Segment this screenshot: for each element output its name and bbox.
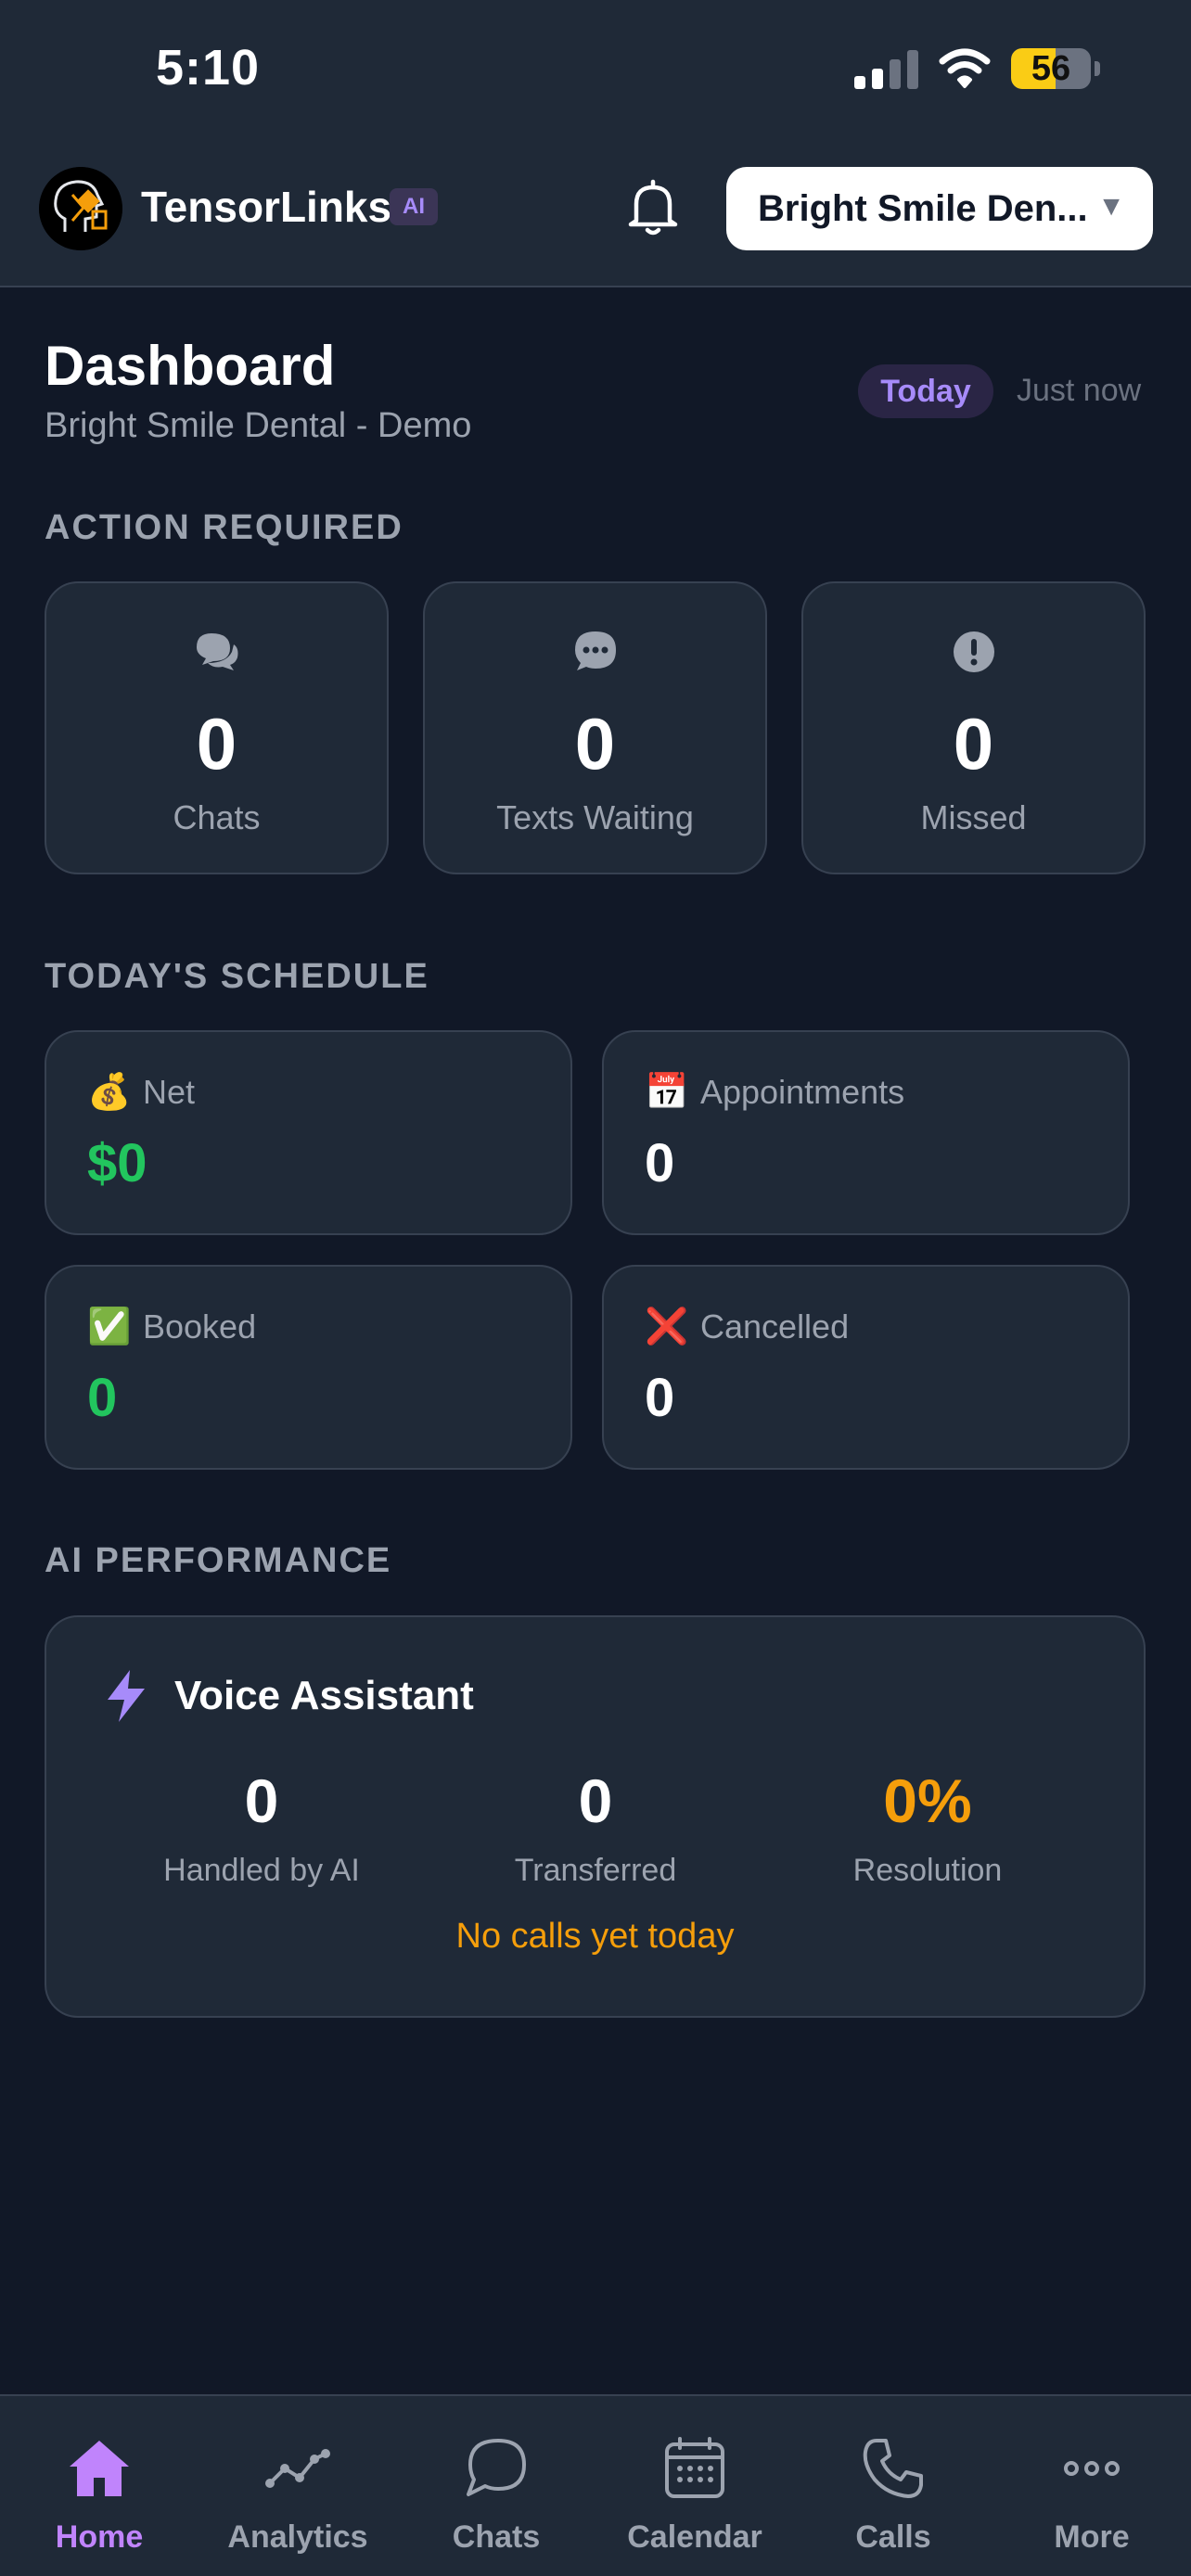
brand-name: TensorLinks <box>141 183 392 231</box>
transferred-value: 0 <box>578 1766 613 1835</box>
status-icons: 56 <box>854 46 1100 91</box>
wifi-icon <box>939 48 991 88</box>
nav-item-chats[interactable]: Chats <box>397 2433 596 2556</box>
net-label: Net <box>143 1073 196 1111</box>
calendar-icon <box>665 2437 724 2498</box>
action-card-missed[interactable]: 0 Missed <box>801 581 1146 874</box>
nav-item-calendar[interactable]: Calendar <box>596 2433 794 2556</box>
nav-label-calls: Calls <box>855 2519 931 2555</box>
nav-item-home[interactable]: Home <box>0 2433 198 2556</box>
transferred-label: Transferred <box>514 1853 677 1888</box>
voice-assistant-card[interactable]: Voice Assistant 0 Handled by AI 0 Transf… <box>45 1615 1146 2018</box>
brand-logo[interactable] <box>39 167 122 250</box>
text-message-icon <box>574 631 616 670</box>
chat-icon <box>467 2439 526 2496</box>
more-icon <box>1064 2461 1120 2476</box>
texts-waiting-count: 0 <box>574 703 616 784</box>
schedule-card-booked[interactable]: ✅ Booked 0 <box>45 1265 572 1470</box>
section-label-todays-schedule: TODAY'S SCHEDULE <box>45 957 429 996</box>
page-title: Dashboard <box>45 335 336 397</box>
cross-icon: ❌ <box>645 1307 689 1346</box>
no-calls-note: No calls yet today <box>455 1917 735 1956</box>
home-icon <box>70 2441 129 2496</box>
schedule-card-appointments[interactable]: 📅 Appointments 0 <box>602 1030 1130 1235</box>
nav-item-analytics[interactable]: Analytics <box>198 2433 397 2556</box>
section-label-ai-performance: AI PERFORMANCE <box>45 1541 392 1580</box>
chats-count: 0 <box>196 703 237 784</box>
top-bar: 5:10 56 TensorLinks AI Bright Smile Den.… <box>0 0 1191 287</box>
action-card-chats[interactable]: 0 Chats <box>45 581 389 874</box>
bottom-nav: Home Analytics Chats Calendar Calls More <box>0 2394 1191 2576</box>
appointments-value: 0 <box>645 1133 675 1193</box>
nav-label-calendar: Calendar <box>627 2519 762 2555</box>
calendar-icon: 📅 <box>645 1073 689 1112</box>
handled-by-ai-value: 0 <box>244 1766 279 1835</box>
nav-label-analytics: Analytics <box>227 2519 368 2555</box>
chevron-down-icon: ▼ <box>1097 191 1125 222</box>
chat-bubbles-icon <box>196 633 237 670</box>
booked-label: Booked <box>143 1307 257 1345</box>
practice-select-value: Bright Smile Den... <box>758 187 1088 229</box>
resolution-value: 0% <box>883 1766 972 1835</box>
stat-resolution: 0% Resolution <box>788 1766 1067 1889</box>
nav-label-more: More <box>1054 2519 1130 2555</box>
cell-signal-icon <box>854 48 918 89</box>
booked-value: 0 <box>87 1368 118 1428</box>
battery-icon: 56 <box>1011 48 1100 89</box>
lightning-icon <box>108 1670 145 1722</box>
action-card-texts-waiting[interactable]: 0 Texts Waiting <box>423 581 767 874</box>
practice-select[interactable]: Bright Smile Den... ▼ <box>726 167 1153 250</box>
phone-icon <box>863 2439 923 2498</box>
battery-level: 56 <box>1031 49 1071 88</box>
nav-label-chats: Chats <box>452 2519 541 2555</box>
missed-label: Missed <box>920 798 1027 836</box>
nav-item-more[interactable]: More <box>992 2433 1191 2556</box>
missed-count: 0 <box>953 703 994 784</box>
period-filter-pill[interactable]: Today <box>858 364 993 418</box>
section-label-action-required: ACTION REQUIRED <box>45 508 403 547</box>
cancelled-value: 0 <box>645 1368 675 1428</box>
stat-handled-by-ai: 0 Handled by AI <box>122 1766 401 1889</box>
ai-badge: AI <box>390 188 438 225</box>
chats-label: Chats <box>173 798 261 836</box>
schedule-card-net[interactable]: 💰 Net $0 <box>45 1030 572 1235</box>
handled-by-ai-label: Handled by AI <box>163 1853 360 1888</box>
nav-label-home: Home <box>55 2519 144 2555</box>
nav-item-calls[interactable]: Calls <box>794 2433 992 2556</box>
alert-icon <box>953 631 994 672</box>
stat-transferred: 0 Transferred <box>456 1766 735 1889</box>
notification-bell-icon[interactable] <box>627 178 679 237</box>
money-bag-icon: 💰 <box>87 1073 132 1112</box>
check-icon: ✅ <box>87 1307 132 1346</box>
schedule-card-cancelled[interactable]: ❌ Cancelled 0 <box>602 1265 1130 1470</box>
texts-waiting-label: Texts Waiting <box>496 798 694 836</box>
appointments-label: Appointments <box>700 1073 905 1111</box>
net-value: $0 <box>87 1133 147 1193</box>
status-time: 5:10 <box>156 40 261 96</box>
page-subtitle: Bright Smile Dental - Demo <box>45 406 472 445</box>
last-updated: Just now <box>1017 373 1142 408</box>
voice-assistant-title: Voice Assistant <box>174 1673 474 1718</box>
cancelled-label: Cancelled <box>700 1307 850 1345</box>
analytics-icon <box>265 2449 330 2488</box>
resolution-label: Resolution <box>852 1853 1003 1888</box>
